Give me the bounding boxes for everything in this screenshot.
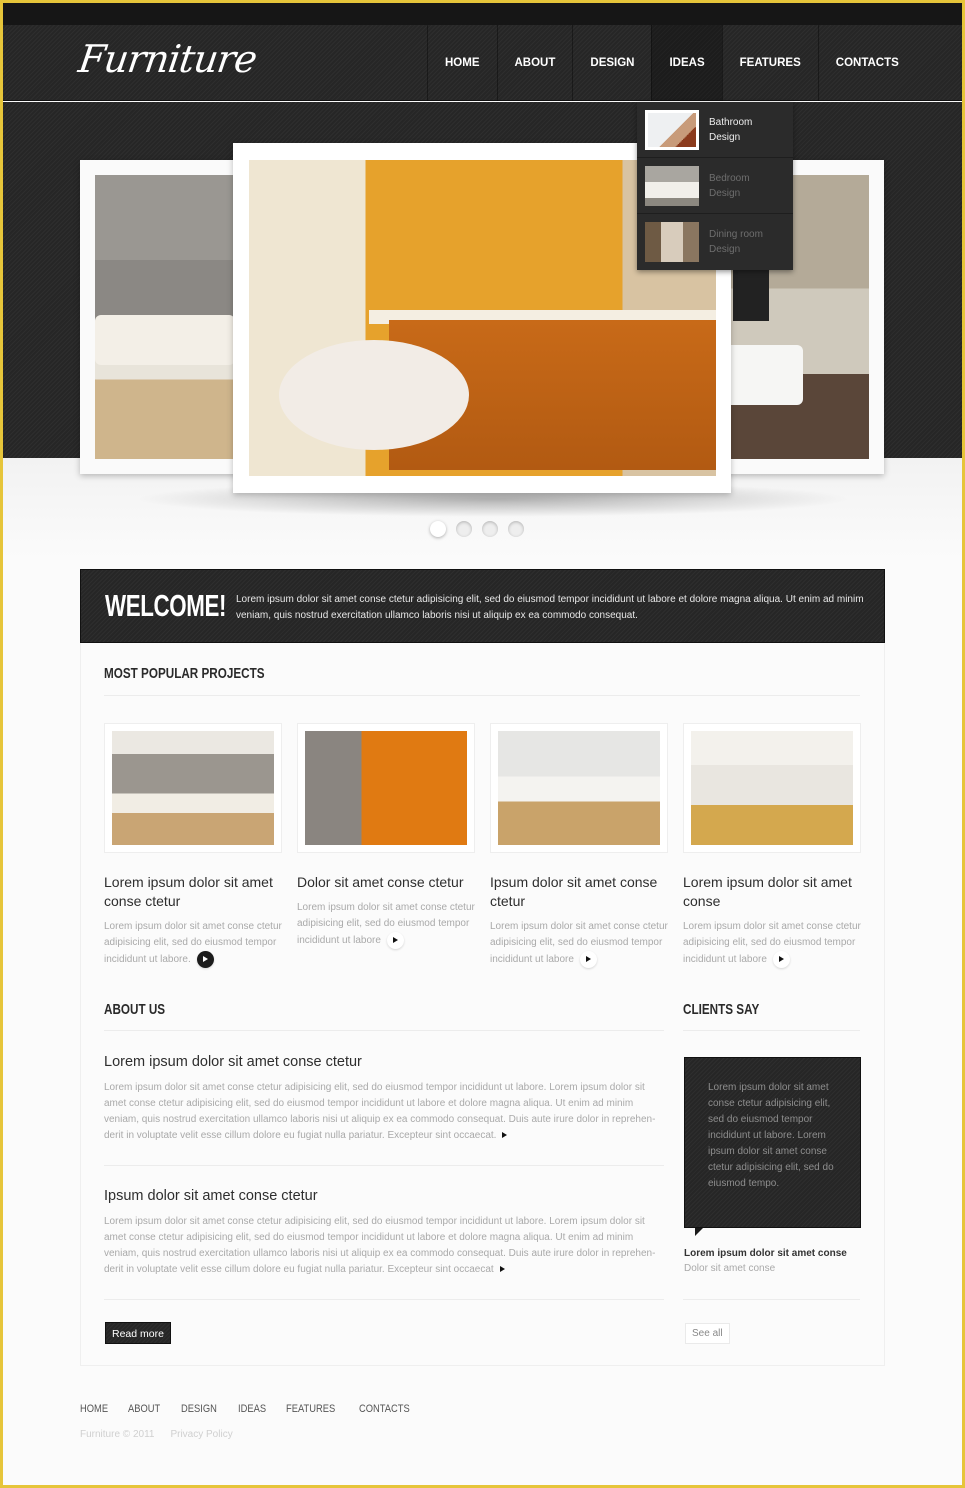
ideas-dropdown: Bathroom Design Bedroom Design Dining ro… — [637, 102, 793, 270]
sofa-shape — [95, 315, 235, 365]
arrow-right-icon[interactable] — [772, 951, 790, 968]
dropdown-thumb — [645, 165, 699, 206]
footer-link-home[interactable]: HOME — [80, 1403, 108, 1415]
dropdown-item-dining[interactable]: Dining room Design — [637, 214, 793, 270]
dropdown-label: Bedroom Design — [709, 172, 750, 199]
divider — [104, 1299, 664, 1300]
dropdown-item-bedroom[interactable]: Bedroom Design — [637, 158, 793, 214]
site-header: Furniture HOME ABOUT DESIGN IDEAS FEATUR… — [3, 25, 962, 101]
quote-tail — [695, 1228, 703, 1236]
about-item-text: Lorem ipsum dolor sit amet conse ctetur … — [104, 1214, 664, 1278]
project-title[interactable]: Lorem ipsum dolor sit amet conse — [683, 873, 861, 911]
nav-about[interactable]: ABOUT — [496, 25, 573, 101]
about-desc: Lorem ipsum dolor sit amet conse ctetur … — [104, 1216, 656, 1275]
quote-text: Lorem ipsum dolor sit amet conse ctetur … — [708, 1082, 834, 1189]
welcome-text: Lorem ipsum dolor sit amet conse ctetur … — [236, 594, 864, 621]
dropdown-thumb — [645, 222, 699, 262]
project-thumb[interactable] — [683, 723, 861, 853]
read-more-button[interactable]: Read more — [105, 1322, 171, 1344]
arrow-right-icon[interactable] — [502, 1132, 508, 1138]
project-image — [498, 731, 660, 845]
project-title[interactable]: Dolor sit amet conse ctetur — [297, 873, 475, 892]
dropdown-thumb — [645, 109, 699, 150]
footer-nav: HOME ABOUT DESIGN IDEAS FEATURES CONTACT… — [80, 1403, 419, 1415]
project-card: Dolor sit amet conse ctetur Lorem ipsum … — [297, 723, 475, 949]
project-card: Ipsum dolor sit amet conse ctetur Lorem … — [490, 723, 668, 968]
privacy-link[interactable]: Privacy Policy — [170, 1429, 232, 1440]
project-text: Lorem ipsum dolor sit amet conse ctetur … — [683, 919, 861, 968]
about-item-title[interactable]: Ipsum dolor sit amet conse ctetur — [104, 1188, 664, 1204]
project-desc: Lorem ipsum dolor sit amet conse ctetur … — [490, 921, 668, 966]
project-text: Lorem ipsum dolor sit amet conse ctetur … — [490, 919, 668, 968]
welcome-banner: WELCOME! Lorem ipsum dolor sit amet cons… — [80, 569, 885, 643]
dropdown-label: Dining room Design — [709, 229, 763, 255]
see-all-button[interactable]: See all — [685, 1323, 730, 1344]
about-item: Lorem ipsum dolor sit amet conse ctetur … — [104, 1054, 664, 1144]
site-logo[interactable]: Furniture — [76, 37, 259, 81]
table-shape — [279, 340, 469, 450]
slider-dot[interactable] — [508, 521, 524, 537]
copyright-text: Furniture © 2011 — [80, 1429, 155, 1440]
about-item-text: Lorem ipsum dolor sit amet conse ctetur … — [104, 1080, 664, 1144]
tv-shape — [733, 265, 769, 321]
about-item-title[interactable]: Lorem ipsum dolor sit amet conse ctetur — [104, 1054, 664, 1070]
footer-copyright: Furniture © 2011 Privacy Policy — [80, 1429, 233, 1440]
top-bar — [3, 3, 962, 25]
project-thumb[interactable] — [297, 723, 475, 853]
divider — [683, 1030, 860, 1031]
dropdown-item-bathroom[interactable]: Bathroom Design — [637, 102, 793, 158]
main-content: MOST POPULAR PROJECTS Lorem ipsum dolor … — [80, 643, 885, 1366]
project-image — [112, 731, 274, 845]
slider-dot[interactable] — [482, 521, 498, 537]
main-nav: HOME ABOUT DESIGN IDEAS FEATURES CONTACT… — [427, 25, 916, 101]
slider-dot[interactable] — [430, 521, 446, 537]
divider — [104, 695, 860, 696]
page-frame: Furniture HOME ABOUT DESIGN IDEAS FEATUR… — [3, 3, 962, 1485]
footer-link-contacts[interactable]: CONTACTS — [359, 1403, 410, 1415]
about-item: Ipsum dolor sit amet conse ctetur Lorem … — [104, 1188, 664, 1278]
project-desc: Lorem ipsum dolor sit amet conse ctetur … — [683, 921, 861, 966]
nav-ideas[interactable]: IDEAS — [651, 25, 722, 101]
nav-contacts[interactable]: CONTACTS — [817, 25, 916, 101]
arrow-right-icon[interactable] — [499, 1266, 505, 1272]
arrow-right-icon[interactable] — [196, 951, 214, 968]
testimonial-quote: Lorem ipsum dolor sit amet conse ctetur … — [684, 1057, 861, 1236]
about-desc: Lorem ipsum dolor sit amet conse ctetur … — [104, 1082, 656, 1141]
project-desc: Lorem ipsum dolor sit amet conse ctetur … — [297, 902, 475, 947]
divider — [683, 1299, 860, 1300]
slider-dot[interactable] — [456, 521, 472, 537]
project-card: Lorem ipsum dolor sit amet conse Lorem i… — [683, 723, 861, 968]
quote-role: Dolor sit amet conse — [684, 1263, 776, 1274]
project-card: Lorem ipsum dolor sit amet conse ctetur … — [104, 723, 282, 968]
project-desc: Lorem ipsum dolor sit amet conse ctetur … — [104, 921, 282, 966]
project-image — [305, 731, 467, 845]
nav-design[interactable]: DESIGN — [572, 25, 651, 101]
project-text: Lorem ipsum dolor sit amet conse ctetur … — [104, 919, 282, 968]
projects-title: MOST POPULAR PROJECTS — [104, 665, 265, 682]
footer-link-about[interactable]: ABOUT — [128, 1403, 160, 1415]
quote-author: Lorem ipsum dolor sit amet conse — [684, 1248, 847, 1259]
nav-features[interactable]: FEATURES — [721, 25, 818, 101]
project-title[interactable]: Ipsum dolor sit amet conse ctetur — [490, 873, 668, 911]
clients-title: CLIENTS SAY — [683, 1001, 760, 1018]
nav-home[interactable]: HOME — [427, 25, 497, 101]
arrow-right-icon[interactable] — [386, 932, 404, 949]
footer-link-features[interactable]: FEATURES — [286, 1403, 335, 1415]
project-title[interactable]: Lorem ipsum dolor sit amet conse ctetur — [104, 873, 282, 911]
slider-pagination — [430, 521, 524, 537]
welcome-title: WELCOME! — [105, 588, 227, 623]
footer-link-design[interactable]: DESIGN — [181, 1403, 217, 1415]
project-thumb[interactable] — [104, 723, 282, 853]
divider — [104, 1165, 664, 1166]
project-thumb[interactable] — [490, 723, 668, 853]
divider — [104, 1030, 664, 1031]
project-image — [691, 731, 853, 845]
project-text: Lorem ipsum dolor sit amet conse ctetur … — [297, 900, 475, 949]
about-title: ABOUT US — [104, 1001, 166, 1018]
footer-link-ideas[interactable]: IDEAS — [238, 1403, 266, 1415]
arrow-right-icon[interactable] — [579, 951, 597, 968]
dropdown-label: Bathroom Design — [709, 116, 753, 143]
